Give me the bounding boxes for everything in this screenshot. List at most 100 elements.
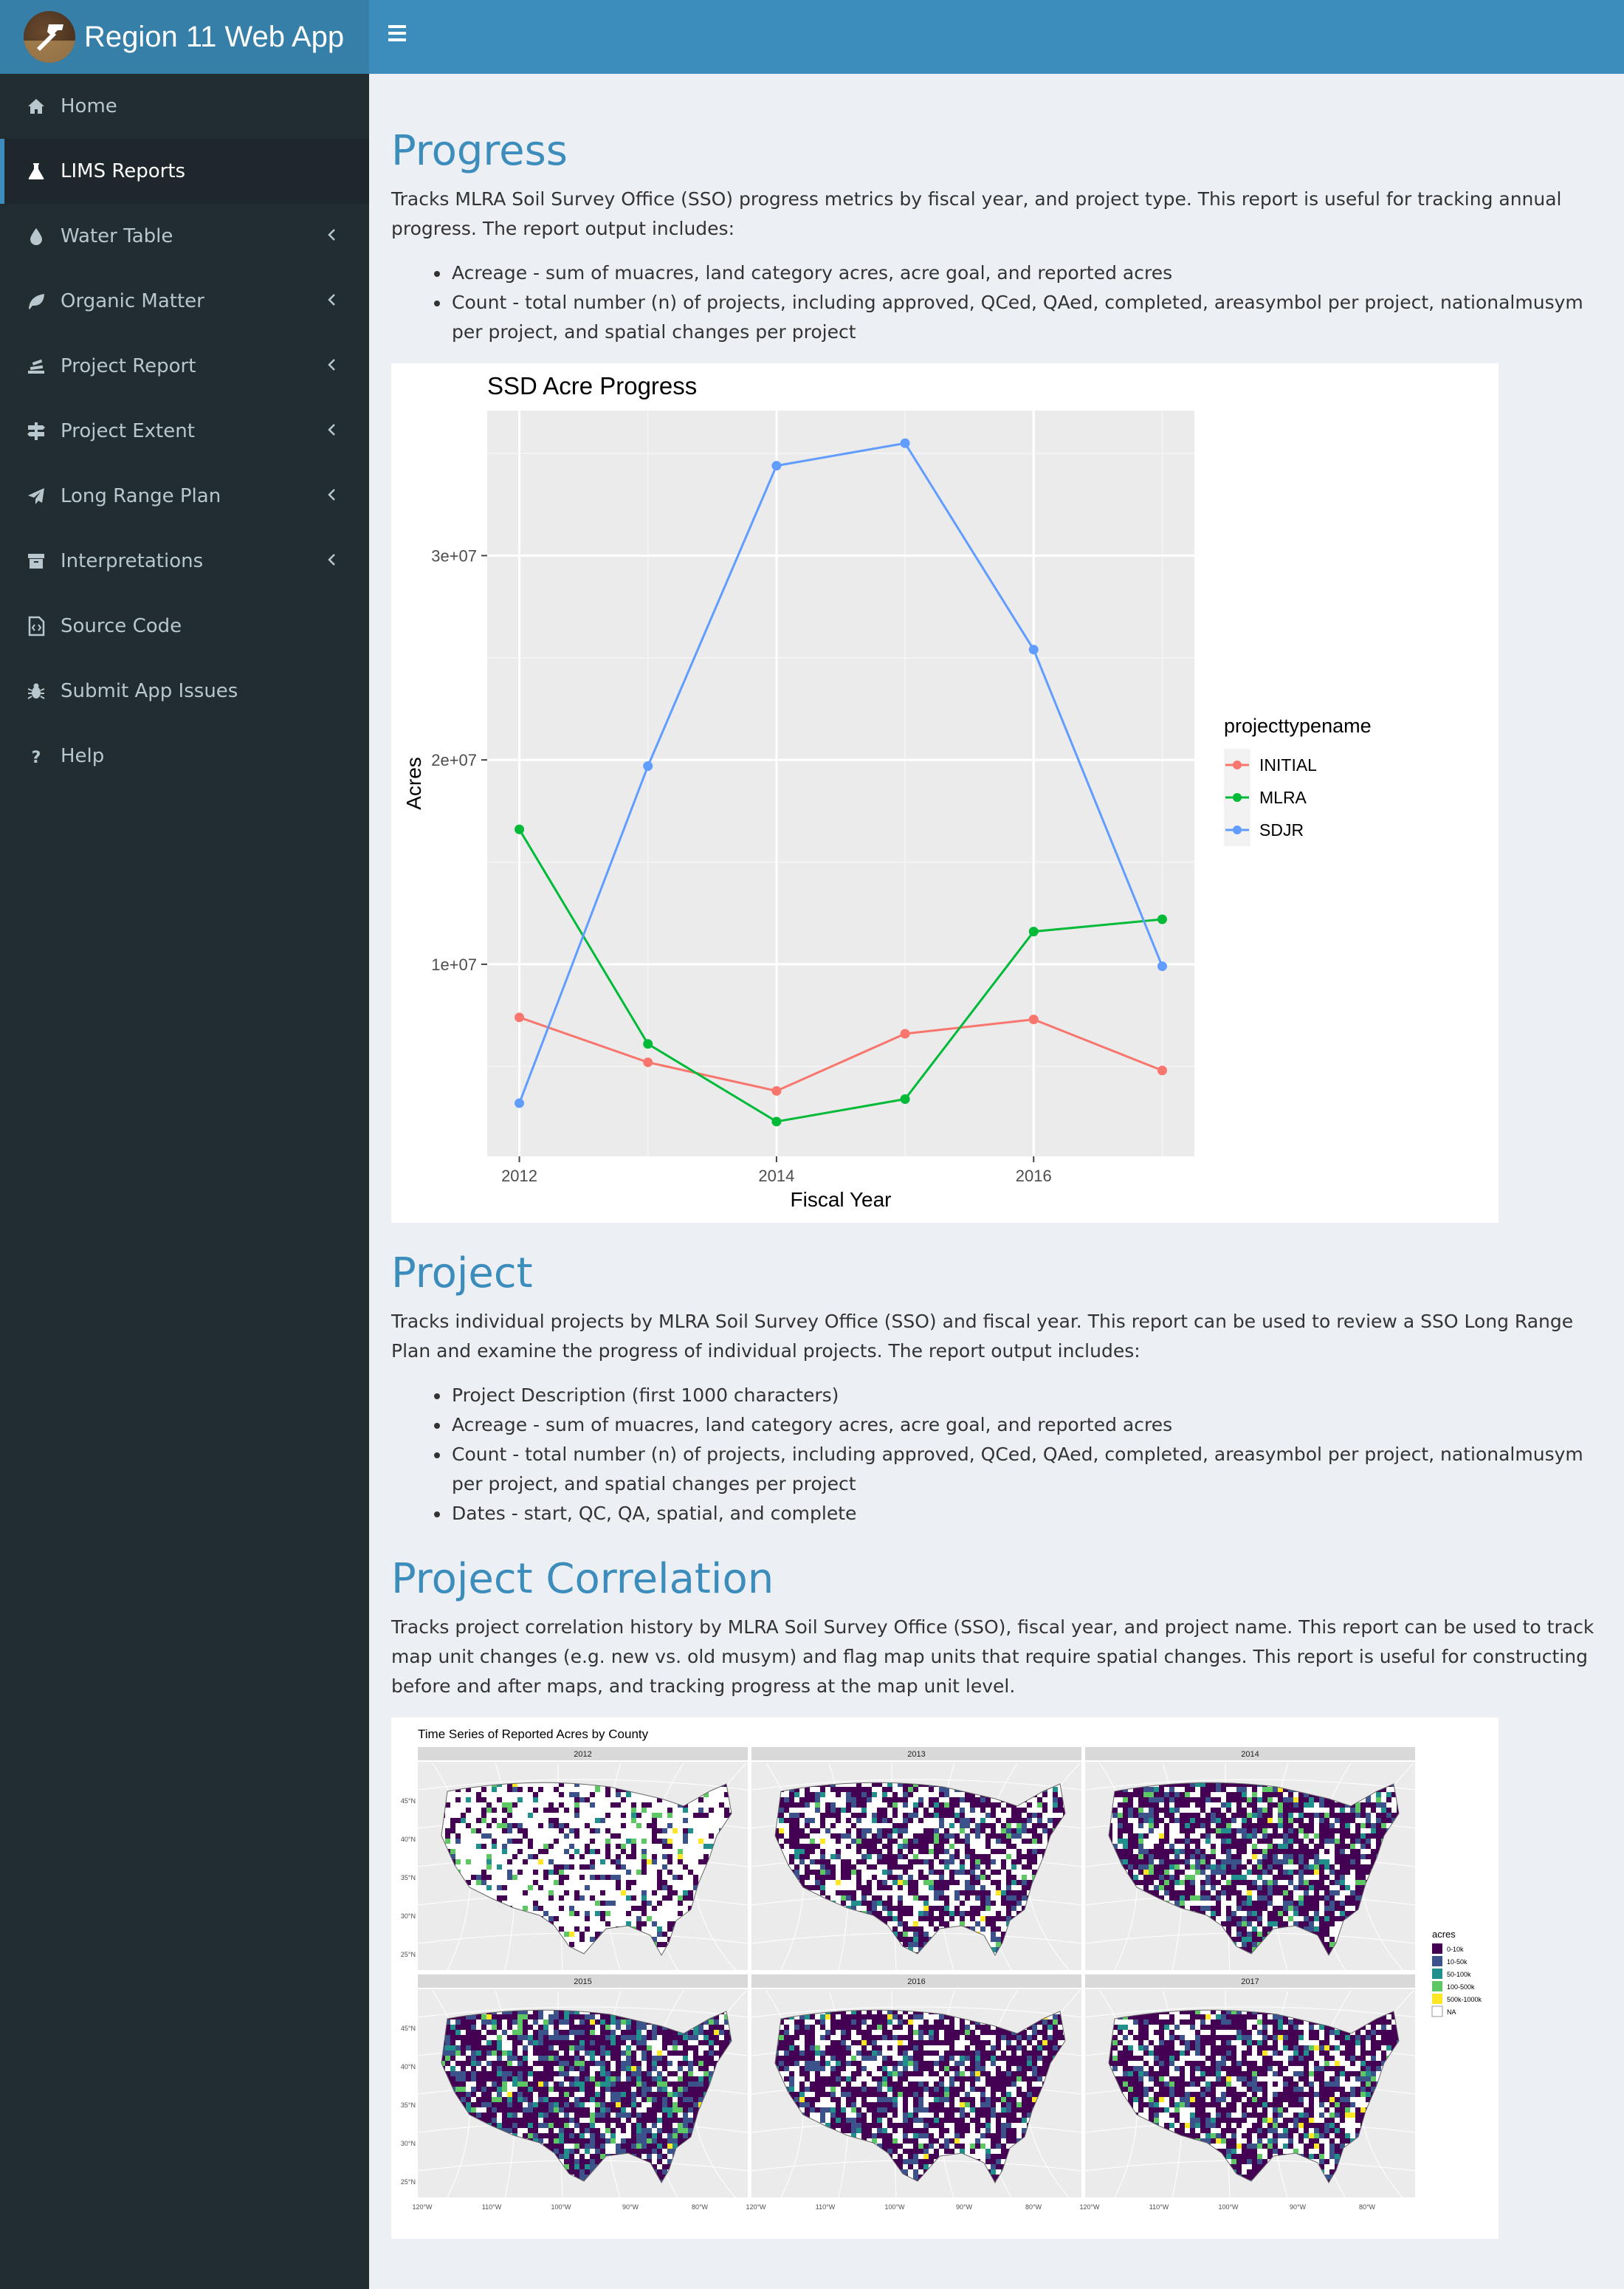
- county-cell: [569, 2030, 574, 2035]
- county-cell: [476, 2030, 481, 2035]
- county-cell: [528, 2102, 533, 2107]
- county-cell: [610, 2035, 616, 2040]
- county-cell: [554, 2025, 559, 2030]
- county-cell: [517, 2035, 523, 2040]
- county-cell: [533, 1792, 538, 1797]
- county-cell: [579, 2061, 585, 2066]
- county-cell: [1257, 1818, 1262, 1823]
- county-cell: [851, 1787, 856, 1792]
- sidebar-item-help[interactable]: ? Help: [0, 724, 369, 789]
- county-cell: [1231, 1875, 1236, 1880]
- county-cell: [965, 1849, 970, 1854]
- county-cell: [805, 1854, 810, 1859]
- chevron-left-icon: [323, 226, 341, 244]
- county-cell: [528, 2107, 533, 2113]
- county-cell: [1149, 1797, 1154, 1802]
- sidebar-item-project-report[interactable]: Project Report: [0, 334, 369, 399]
- county-cell: [652, 2133, 657, 2138]
- county-cell: [1283, 1849, 1288, 1854]
- county-cell: [1335, 1901, 1340, 1906]
- county-cell: [1159, 1864, 1164, 1870]
- county-cell: [1133, 1864, 1138, 1870]
- county-cell: [461, 2040, 466, 2045]
- sidebar-item-water-table[interactable]: Water Table: [0, 204, 369, 269]
- county-cell: [548, 2040, 554, 2045]
- county-cell: [554, 2087, 559, 2092]
- county-cell: [1247, 1947, 1252, 1952]
- county-cell: [528, 2133, 533, 2138]
- county-cell: [492, 2076, 497, 2082]
- county-cell: [512, 1823, 517, 1828]
- county-cell: [1278, 1802, 1283, 1808]
- county-cell: [476, 1844, 481, 1849]
- sidebar-item-long-range-plan[interactable]: Long Range Plan: [0, 464, 369, 529]
- hamburger-menu-icon[interactable]: [388, 25, 410, 47]
- county-cell: [502, 1849, 507, 1854]
- list-item: Acreage - sum of muacres, land category …: [450, 258, 1609, 288]
- county-cell: [1340, 1885, 1345, 1890]
- county-cell: [841, 1875, 846, 1880]
- county-cell: [1022, 1890, 1027, 1895]
- county-cell: [683, 2051, 688, 2056]
- county-cell: [1180, 1797, 1185, 1802]
- county-cell: [975, 1854, 980, 1859]
- county-cell: [476, 1792, 481, 1797]
- county-cell: [486, 2107, 492, 2113]
- county-cell: [1319, 1864, 1324, 1870]
- county-cell: [652, 1823, 657, 1828]
- county-cell: [1293, 1839, 1298, 1844]
- county-cell: [1200, 1787, 1205, 1792]
- data-point-initial: [643, 1057, 653, 1068]
- county-cell: [851, 1839, 856, 1844]
- county-cell: [1032, 1828, 1037, 1833]
- county-cell: [559, 1823, 564, 1828]
- sidebar-item-project-extent[interactable]: Project Extent: [0, 399, 369, 464]
- sidebar-item-home[interactable]: Home: [0, 74, 369, 139]
- list-item: Count - total number (n) of projects, in…: [450, 288, 1609, 347]
- app-logo-area[interactable]: Region 11 Web App: [0, 0, 369, 74]
- county-cell: [585, 2087, 590, 2092]
- county-cell: [1267, 1849, 1273, 1854]
- sidebar-item-source-code[interactable]: Source Code: [0, 594, 369, 659]
- county-cell: [934, 1895, 939, 1901]
- county-cell: [1185, 1787, 1190, 1792]
- county-cell: [1298, 1864, 1304, 1870]
- county-cell: [1298, 1885, 1304, 1890]
- county-cell: [1027, 1802, 1032, 1808]
- county-cell: [1329, 1880, 1335, 1885]
- county-cell: [579, 2107, 585, 2113]
- county-cell: [908, 1885, 913, 1890]
- county-cell: [1314, 1885, 1319, 1890]
- county-cell: [1195, 1802, 1200, 1808]
- county-cell: [1185, 1844, 1190, 1849]
- county-cell: [1335, 1875, 1340, 1880]
- county-cell: [882, 1818, 887, 1823]
- county-cell: [1340, 1864, 1345, 1870]
- sidebar-item-lims-reports[interactable]: LIMS Reports: [0, 139, 369, 204]
- county-cell: [1226, 1808, 1231, 1813]
- county-cell: [543, 2107, 548, 2113]
- county-cell: [1190, 1787, 1195, 1792]
- county-cell: [1273, 1864, 1278, 1870]
- county-cell: [585, 2092, 590, 2097]
- county-cell: [846, 1890, 851, 1895]
- county-cell: [507, 2051, 512, 2056]
- county-cell: [497, 2051, 502, 2056]
- sidebar-item-organic-matter[interactable]: Organic Matter: [0, 269, 369, 334]
- sidebar-item-submit-app-issues[interactable]: Submit App Issues: [0, 659, 369, 724]
- county-cell: [626, 2097, 631, 2102]
- county-cell: [903, 1823, 908, 1828]
- sidebar-item-interpretations[interactable]: Interpretations: [0, 529, 369, 594]
- county-cell: [693, 2076, 698, 2082]
- county-cell: [492, 2082, 497, 2087]
- county-cell: [662, 2082, 667, 2087]
- county-cell: [538, 2092, 543, 2097]
- county-cell: [466, 1859, 471, 1864]
- county-cell: [657, 1926, 662, 1932]
- county-cell: [600, 2076, 605, 2082]
- county-cell: [892, 1802, 898, 1808]
- county-cell: [1309, 1813, 1314, 1818]
- county-cell: [605, 2113, 610, 2118]
- county-cell: [1273, 1916, 1278, 1921]
- county-cell: [867, 1792, 872, 1797]
